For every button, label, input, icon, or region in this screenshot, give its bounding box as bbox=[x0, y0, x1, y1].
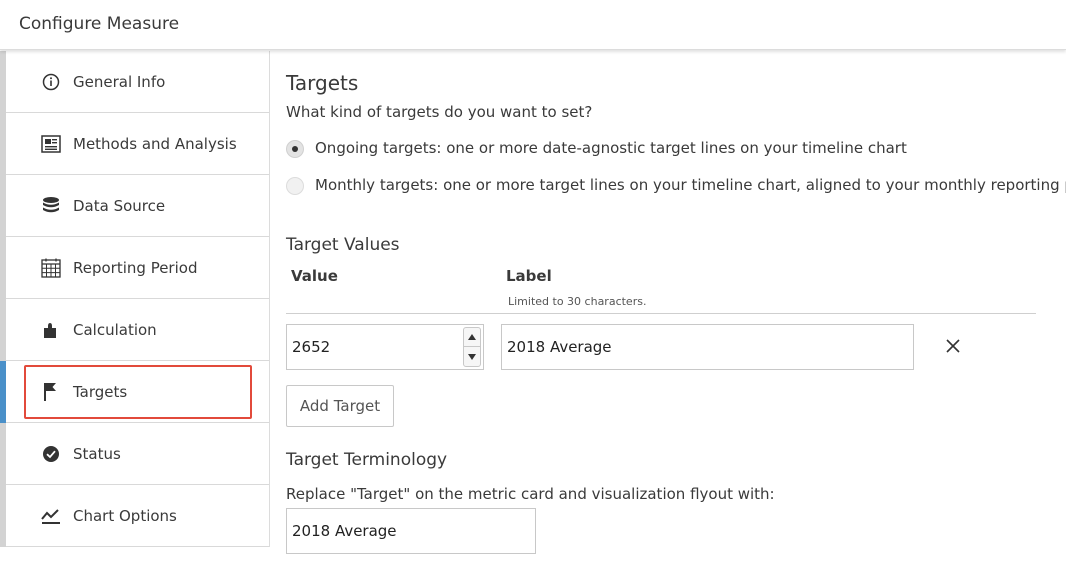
stepper-decrement-button[interactable] bbox=[464, 347, 480, 366]
target-value-stepper[interactable]: 2652 bbox=[286, 324, 484, 370]
sidebar-item-general-info[interactable]: General Info bbox=[6, 51, 269, 113]
database-icon bbox=[40, 195, 62, 217]
chevron-down-icon bbox=[468, 353, 476, 360]
sidebar-item-status[interactable]: Status bbox=[6, 423, 269, 485]
sidebar-item-label: Data Source bbox=[73, 197, 166, 215]
value-column-header: Value bbox=[291, 267, 338, 285]
sidebar-item-label: Reporting Period bbox=[73, 259, 198, 277]
sidebar-item-label: General Info bbox=[73, 73, 166, 91]
radio-label: Monthly targets: one or more target line… bbox=[315, 176, 1066, 194]
remove-target-button[interactable] bbox=[942, 335, 964, 357]
radio-button[interactable] bbox=[286, 177, 304, 195]
calendar-icon bbox=[40, 257, 62, 279]
radio-monthly-targets[interactable]: Monthly targets: one or more target line… bbox=[286, 175, 1066, 197]
sidebar-item-methods-and-analysis[interactable]: Methods and Analysis bbox=[6, 113, 269, 175]
terminology-input-text: 2018 Average bbox=[292, 522, 397, 540]
puzzle-piece-icon bbox=[40, 319, 62, 341]
target-terminology-heading: Target Terminology bbox=[286, 450, 448, 470]
target-label-input[interactable]: 2018 Average bbox=[501, 324, 914, 370]
sidebar-item-label: Status bbox=[73, 445, 121, 463]
flag-icon bbox=[40, 381, 62, 403]
page-title: Configure Measure bbox=[19, 14, 180, 34]
close-icon bbox=[946, 339, 960, 353]
sidebar-item-label: Chart Options bbox=[73, 507, 177, 525]
sidebar-item-calculation[interactable]: Calculation bbox=[6, 299, 269, 361]
line-chart-icon bbox=[40, 505, 62, 527]
add-target-button[interactable]: Add Target bbox=[286, 385, 394, 427]
document-icon bbox=[40, 133, 62, 155]
chevron-up-icon bbox=[468, 334, 476, 340]
target-label-text: 2018 Average bbox=[507, 338, 612, 356]
sidebar-item-targets[interactable]: Targets bbox=[0, 361, 269, 423]
radio-ongoing-targets[interactable]: Ongoing targets: one or more date-agnost… bbox=[286, 138, 907, 160]
stepper-controls bbox=[463, 327, 481, 367]
stepper-increment-button[interactable] bbox=[464, 328, 480, 347]
sidebar-item-label: Methods and Analysis bbox=[73, 135, 237, 153]
divider bbox=[286, 313, 1036, 314]
target-values-heading: Target Values bbox=[286, 235, 400, 255]
sidebar-item-reporting-period[interactable]: Reporting Period bbox=[6, 237, 269, 299]
radio-label: Ongoing targets: one or more date-agnost… bbox=[315, 139, 907, 157]
targets-heading: Targets bbox=[286, 71, 359, 95]
sidebar-item-label: Calculation bbox=[73, 321, 157, 339]
check-circle-icon bbox=[40, 443, 62, 465]
info-circle-icon bbox=[40, 71, 62, 93]
label-hint: Limited to 30 characters. bbox=[508, 295, 647, 308]
terminology-description: Replace "Target" on the metric card and … bbox=[286, 485, 775, 503]
sidebar: General Info Methods and Analysis Data S… bbox=[0, 51, 270, 547]
radio-button[interactable] bbox=[286, 140, 304, 158]
header-bar: Configure Measure bbox=[0, 0, 1066, 50]
label-column-header: Label bbox=[506, 267, 552, 285]
terminology-input[interactable]: 2018 Average bbox=[286, 508, 536, 554]
sidebar-item-label: Targets bbox=[73, 383, 128, 401]
sidebar-item-data-source[interactable]: Data Source bbox=[6, 175, 269, 237]
sidebar-item-chart-options[interactable]: Chart Options bbox=[6, 485, 269, 547]
target-value-text: 2652 bbox=[292, 338, 331, 356]
targets-question: What kind of targets do you want to set? bbox=[286, 103, 593, 121]
